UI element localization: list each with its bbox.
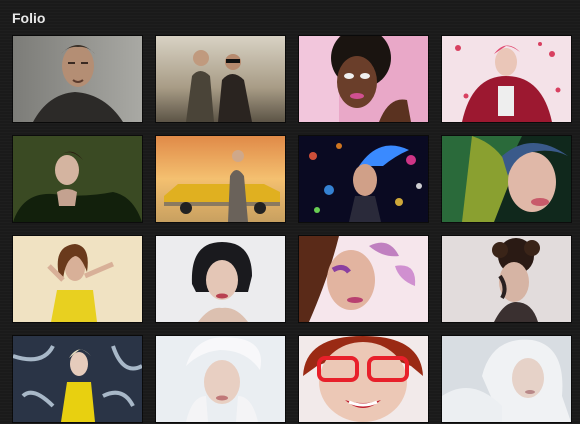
gallery-thumb-woman-green-feathers[interactable] bbox=[13, 136, 142, 222]
gallery-thumb-couple-desert[interactable] bbox=[156, 36, 285, 122]
gallery-thumb-man-portrait[interactable] bbox=[13, 36, 142, 122]
gallery-thumb-woman-yellow-dress[interactable] bbox=[13, 236, 142, 322]
gallery-thumb-woman-bob-hair[interactable] bbox=[156, 236, 285, 322]
gallery-thumb-woman-blue-hair-lights[interactable] bbox=[299, 136, 428, 222]
gallery-thumb-woman-yellow-car[interactable] bbox=[156, 136, 285, 222]
page-title: Folio bbox=[12, 10, 46, 26]
gallery-thumb-woman-red-glasses[interactable] bbox=[299, 336, 428, 422]
gallery-thumb-woman-lace-updo[interactable] bbox=[442, 236, 571, 322]
gallery-thumb-woman-butterfly-makeup[interactable] bbox=[299, 236, 428, 322]
gallery-thumb-woman-white-fur[interactable] bbox=[156, 336, 285, 422]
gallery-thumb-woman-yellow-feathers[interactable] bbox=[13, 336, 142, 422]
gallery-thumb-woman-pink-makeup[interactable] bbox=[299, 36, 428, 122]
gallery-thumb-woman-white-hair[interactable] bbox=[442, 336, 571, 422]
gallery-thumb-woman-petals[interactable] bbox=[442, 36, 571, 122]
gallery-thumb-woman-colorful-hair[interactable] bbox=[442, 136, 571, 222]
gallery-grid bbox=[13, 36, 571, 424]
